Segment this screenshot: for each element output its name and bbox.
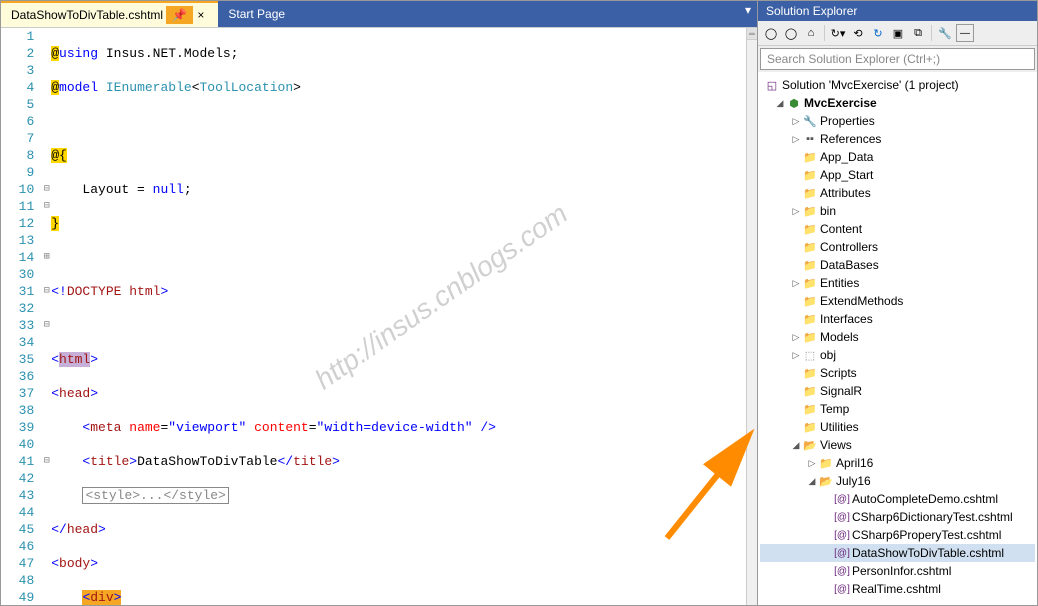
- tree-item[interactable]: ▷📁Models: [760, 328, 1035, 346]
- folder-icon: 📁: [802, 401, 818, 417]
- panel-title: Solution Explorer: [758, 1, 1037, 21]
- line-gutter: 1234567891011121314303132333435363738394…: [1, 28, 42, 605]
- folder-icon: 📁: [802, 419, 818, 435]
- tree-item[interactable]: ▷⬚obj: [760, 346, 1035, 364]
- tree-item[interactable]: 📁Interfaces: [760, 310, 1035, 328]
- folder-icon: 📁: [802, 167, 818, 183]
- tree-item[interactable]: 📁Attributes: [760, 184, 1035, 202]
- tree-item[interactable]: ▷📁bin: [760, 202, 1035, 220]
- project-icon: ⬢: [786, 95, 802, 111]
- tree-item[interactable]: 📁SignalR: [760, 382, 1035, 400]
- tree-item[interactable]: 📁App_Start: [760, 166, 1035, 184]
- refresh-icon[interactable]: ↻: [869, 24, 887, 42]
- folder-icon: 📁: [802, 275, 818, 291]
- properties-icon[interactable]: 🔧: [936, 24, 954, 42]
- show-all-icon[interactable]: ⧉: [909, 24, 927, 42]
- references-icon: ▪▪: [802, 131, 818, 147]
- folder-icon: 📁: [818, 455, 834, 471]
- folder-icon: 📁: [802, 239, 818, 255]
- solution-tree[interactable]: ◱Solution 'MvcExercise' (1 project) ◢⬢Mv…: [758, 72, 1037, 605]
- solution-icon: ◱: [764, 77, 780, 93]
- home-icon[interactable]: ⌂: [802, 24, 820, 42]
- cshtml-icon: [@]: [834, 581, 850, 597]
- cshtml-icon: [@]: [834, 509, 850, 525]
- tree-item[interactable]: 📁ExtendMethods: [760, 292, 1035, 310]
- folder-icon: 📁: [802, 365, 818, 381]
- tree-item[interactable]: ▷📁Entities: [760, 274, 1035, 292]
- folder-icon: 📁: [802, 257, 818, 273]
- file-item[interactable]: [@]AutoCompleteDemo.cshtml: [760, 490, 1035, 508]
- cshtml-icon: [@]: [834, 491, 850, 507]
- folder-open-icon: 📂: [818, 473, 834, 489]
- cshtml-icon: [@]: [834, 527, 850, 543]
- back-icon[interactable]: ◯: [762, 24, 780, 42]
- editor-area: DataShowToDivTable.cshtml 📌 × Start Page…: [1, 1, 757, 605]
- tree-item[interactable]: 📁Temp: [760, 400, 1035, 418]
- close-icon[interactable]: ×: [193, 8, 208, 22]
- tab-label: DataShowToDivTable.cshtml: [11, 8, 163, 22]
- pin-icon[interactable]: 📌: [166, 6, 193, 24]
- search-input[interactable]: Search Solution Explorer (Ctrl+;): [760, 48, 1035, 70]
- folder-icon: 📁: [802, 203, 818, 219]
- tab-bar: DataShowToDivTable.cshtml 📌 × Start Page…: [1, 1, 757, 28]
- ghost-folder-icon: ⬚: [802, 347, 818, 363]
- tree-item[interactable]: 📁Controllers: [760, 238, 1035, 256]
- file-item[interactable]: [@]CSharp6ProperyTest.cshtml: [760, 526, 1035, 544]
- panel-toolbar: ◯ ◯ ⌂ ↻▾ ⟲ ↻ ▣ ⧉ 🔧 —: [758, 21, 1037, 46]
- file-item[interactable]: [@]CSharp6DictionaryTest.cshtml: [760, 508, 1035, 526]
- tab-active[interactable]: DataShowToDivTable.cshtml 📌 ×: [1, 1, 218, 27]
- pending-icon[interactable]: ⟲: [849, 24, 867, 42]
- code-view[interactable]: @using Insus.NET.Models; @model IEnumera…: [51, 28, 746, 605]
- forward-icon[interactable]: ◯: [782, 24, 800, 42]
- tree-item[interactable]: ◢📂July16: [760, 472, 1035, 490]
- preview-icon[interactable]: —: [956, 24, 974, 42]
- wrench-icon: 🔧: [802, 113, 818, 129]
- tree-item[interactable]: 📁App_Data: [760, 148, 1035, 166]
- split-handle-icon[interactable]: ▭: [747, 28, 757, 40]
- tree-item[interactable]: ▷🔧Properties: [760, 112, 1035, 130]
- folder-icon: 📁: [802, 149, 818, 165]
- folder-icon: 📁: [802, 329, 818, 345]
- solution-node[interactable]: ◱Solution 'MvcExercise' (1 project): [760, 76, 1035, 94]
- tree-item[interactable]: ▷▪▪References: [760, 130, 1035, 148]
- tree-item[interactable]: 📁Utilities: [760, 418, 1035, 436]
- solution-explorer: Solution Explorer ◯ ◯ ⌂ ↻▾ ⟲ ↻ ▣ ⧉ 🔧 — S…: [757, 1, 1037, 605]
- folder-icon: 📁: [802, 383, 818, 399]
- vertical-scrollbar[interactable]: ▭: [746, 28, 757, 605]
- tree-item[interactable]: ▷📁April16: [760, 454, 1035, 472]
- tree-item[interactable]: 📁Scripts: [760, 364, 1035, 382]
- folder-open-icon: 📂: [802, 437, 818, 453]
- file-item[interactable]: [@]PersonInfor.cshtml: [760, 562, 1035, 580]
- tab-dropdown[interactable]: ▾: [739, 1, 757, 27]
- tree-item[interactable]: 📁Content: [760, 220, 1035, 238]
- file-item[interactable]: [@]RealTime.cshtml: [760, 580, 1035, 598]
- fold-column[interactable]: ⊟⊟⊞⊟⊟⊟: [42, 28, 51, 605]
- file-item-selected[interactable]: [@]DataShowToDivTable.cshtml: [760, 544, 1035, 562]
- collapse-icon[interactable]: ▣: [889, 24, 907, 42]
- cshtml-icon: [@]: [834, 563, 850, 579]
- tree-item[interactable]: 📁DataBases: [760, 256, 1035, 274]
- folder-icon: 📁: [802, 185, 818, 201]
- tab-startpage[interactable]: Start Page: [218, 1, 295, 27]
- folder-icon: 📁: [802, 221, 818, 237]
- project-node[interactable]: ◢⬢MvcExercise: [760, 94, 1035, 112]
- sync-icon[interactable]: ↻▾: [829, 24, 847, 42]
- tree-item[interactable]: ◢📂Views: [760, 436, 1035, 454]
- folder-icon: 📁: [802, 311, 818, 327]
- cshtml-icon: [@]: [834, 545, 850, 561]
- folder-icon: 📁: [802, 293, 818, 309]
